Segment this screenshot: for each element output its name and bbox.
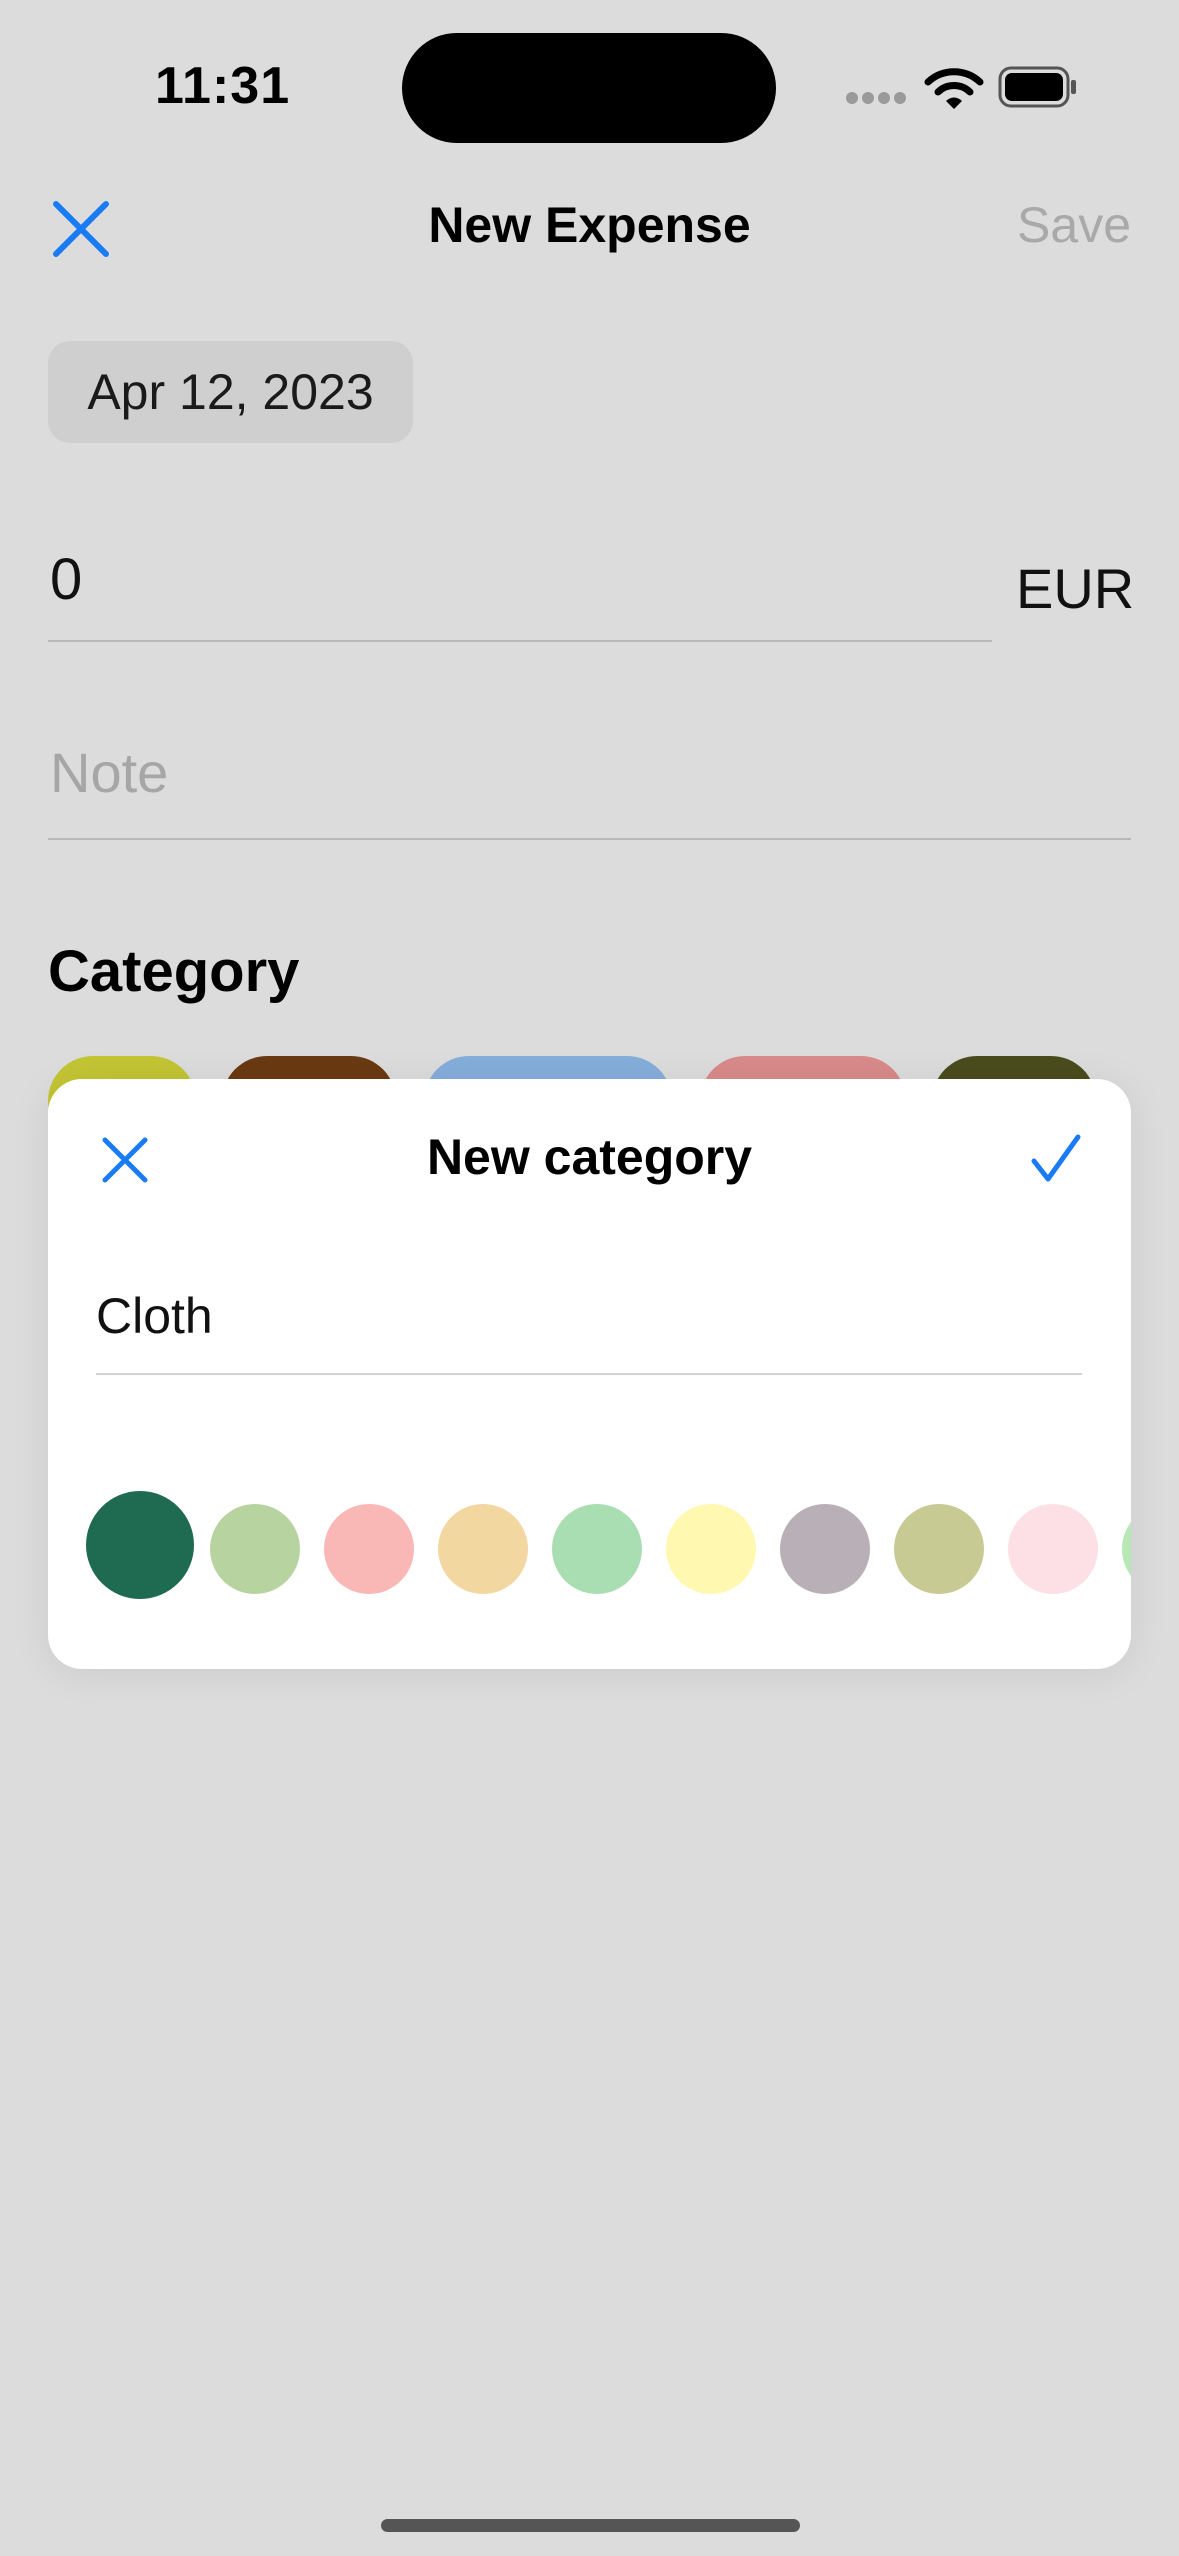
amount-field[interactable]: 0 — [50, 546, 82, 613]
checkmark-icon[interactable] — [1028, 1131, 1084, 1187]
category-name-input[interactable]: Cloth — [96, 1287, 213, 1345]
amount-underline — [48, 640, 992, 642]
sheet-title: New category — [426, 1129, 753, 1185]
color-swatch[interactable] — [210, 1504, 300, 1594]
cellular-signal-icon — [846, 92, 906, 104]
color-swatch[interactable] — [86, 1491, 194, 1599]
currency-button[interactable]: EUR — [1016, 556, 1134, 621]
new-category-sheet: New category Cloth — [48, 1079, 1131, 1669]
color-swatch[interactable] — [894, 1504, 984, 1594]
color-swatch[interactable] — [780, 1504, 870, 1594]
save-button[interactable]: Save — [1017, 196, 1131, 254]
color-swatch[interactable] — [324, 1504, 414, 1594]
date-picker-button[interactable]: Apr 12, 2023 — [48, 341, 413, 443]
battery-icon — [998, 66, 1076, 108]
category-heading: Category — [48, 939, 300, 1004]
color-swatch[interactable] — [666, 1504, 756, 1594]
color-swatch[interactable] — [438, 1504, 528, 1594]
wifi-icon — [924, 68, 984, 109]
note-underline — [48, 838, 1131, 840]
note-field[interactable]: Note — [50, 740, 168, 805]
page-title: New Expense — [428, 197, 751, 253]
status-time: 11:31 — [155, 57, 291, 115]
color-swatch[interactable] — [552, 1504, 642, 1594]
name-underline — [96, 1373, 1082, 1375]
home-indicator[interactable] — [381, 2519, 800, 2532]
color-swatch-picker[interactable] — [86, 1491, 1131, 1603]
dynamic-island — [402, 33, 776, 143]
color-swatch[interactable] — [1008, 1504, 1098, 1594]
color-swatch[interactable] — [1122, 1504, 1131, 1594]
